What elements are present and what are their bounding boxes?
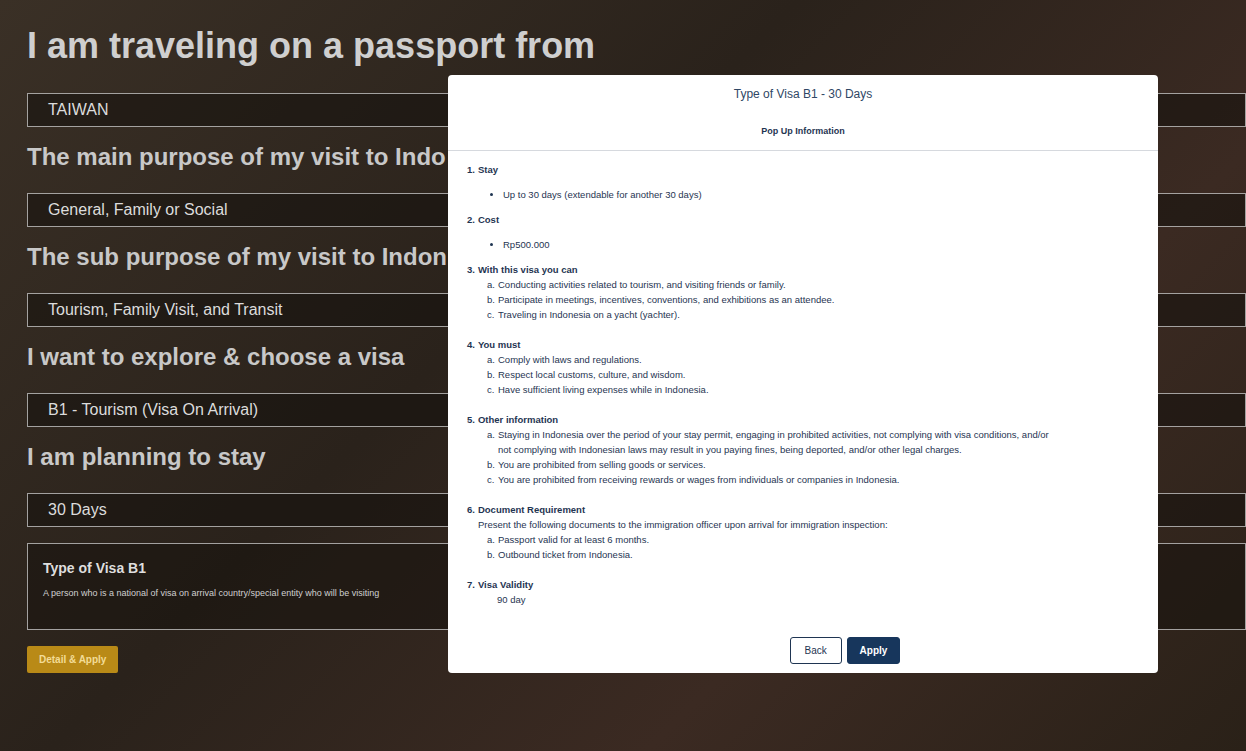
info-section: 7.Visa Validity90 day (467, 577, 1139, 607)
field-label: I am traveling on a passport from (27, 26, 1246, 66)
modal-body: 1.Stay Up to 30 days (extendable for anot… (448, 151, 1158, 637)
lettered-item: b.Participate in meetings, incentives, c… (467, 292, 1139, 307)
back-button[interactable]: Back (790, 637, 842, 664)
info-section: 1.Stay Up to 30 days (extendable for anot… (467, 162, 1139, 202)
info-section: 2.Cost Rp500.000 (467, 212, 1139, 252)
section-heading: 1.Stay (467, 162, 1139, 177)
lettered-list: a.Staying in Indonesia over the period o… (467, 427, 1139, 487)
visa-modal: Type of Visa B1 - 30 Days Pop Up Informat… (448, 75, 1158, 673)
modal-footer: BackApply (448, 637, 1158, 673)
lettered-item: b.You are prohibited from selling goods … (467, 457, 1139, 472)
section-heading: 2.Cost (467, 212, 1139, 227)
modal-title: Type of Visa B1 - 30 Days (448, 87, 1158, 101)
bullet-item: Up to 30 days (extendable for another 30… (503, 187, 1139, 202)
lettered-item: a.Comply with laws and regulations. (467, 352, 1139, 367)
lettered-item: a.Staying in Indonesia over the period o… (467, 427, 1139, 457)
visa-page: I am traveling on a passport from TAIWAN T… (0, 0, 1246, 751)
lettered-item: a.Conducting activities related to touri… (467, 277, 1139, 292)
lettered-item: c.You are prohibited from receiving rewa… (467, 472, 1139, 487)
lettered-item: c.Traveling in Indonesia on a yacht (yac… (467, 307, 1139, 322)
bullet-item: Rp500.000 (503, 237, 1139, 252)
info-section: 5.Other informationa.Staying in Indonesi… (467, 412, 1139, 487)
detail-apply-button[interactable]: Detail & Apply (27, 646, 118, 673)
field-value: General, Family or Social (48, 201, 228, 219)
info-section: 6.Document RequirementPresent the follow… (467, 502, 1139, 562)
field-value: 30 Days (48, 501, 107, 519)
lettered-item: b.Respect local customs, culture, and wi… (467, 367, 1139, 382)
section-heading: 4.You must (467, 337, 1139, 352)
field-value: TAIWAN (48, 101, 108, 119)
lettered-list: a.Passport valid for at least 6 months.b… (467, 532, 1139, 562)
field-value: Tourism, Family Visit, and Transit (48, 301, 282, 319)
modal-header: Type of Visa B1 - 30 Days Pop Up Informat… (448, 75, 1158, 151)
section-heading: 3.With this visa you can (467, 262, 1139, 277)
section-heading: 5.Other information (467, 412, 1139, 427)
field-value: B1 - Tourism (Visa On Arrival) (48, 401, 258, 419)
lettered-list: a.Conducting activities related to touri… (467, 277, 1139, 322)
lettered-item: c.Have sufficient living expenses while … (467, 382, 1139, 397)
modal-subtitle: Pop Up Information (448, 125, 1158, 137)
lettered-item: b.Outbound ticket from Indonesia. (467, 547, 1139, 562)
lettered-item: a.Passport valid for at least 6 months. (467, 532, 1139, 547)
section-text: 90 day (467, 592, 1139, 607)
bullet-list: Rp500.000 (467, 237, 1139, 252)
info-section: 3.With this visa you cana.Conducting act… (467, 262, 1139, 322)
section-intro: Present the following documents to the i… (467, 517, 1139, 532)
lettered-list: a.Comply with laws and regulations.b.Res… (467, 352, 1139, 397)
section-heading: 6.Document Requirement (467, 502, 1139, 517)
info-section: 4.You musta.Comply with laws and regulat… (467, 337, 1139, 397)
section-heading: 7.Visa Validity (467, 577, 1139, 592)
bullet-list: Up to 30 days (extendable for another 30… (467, 187, 1139, 202)
apply-button[interactable]: Apply (847, 637, 901, 664)
